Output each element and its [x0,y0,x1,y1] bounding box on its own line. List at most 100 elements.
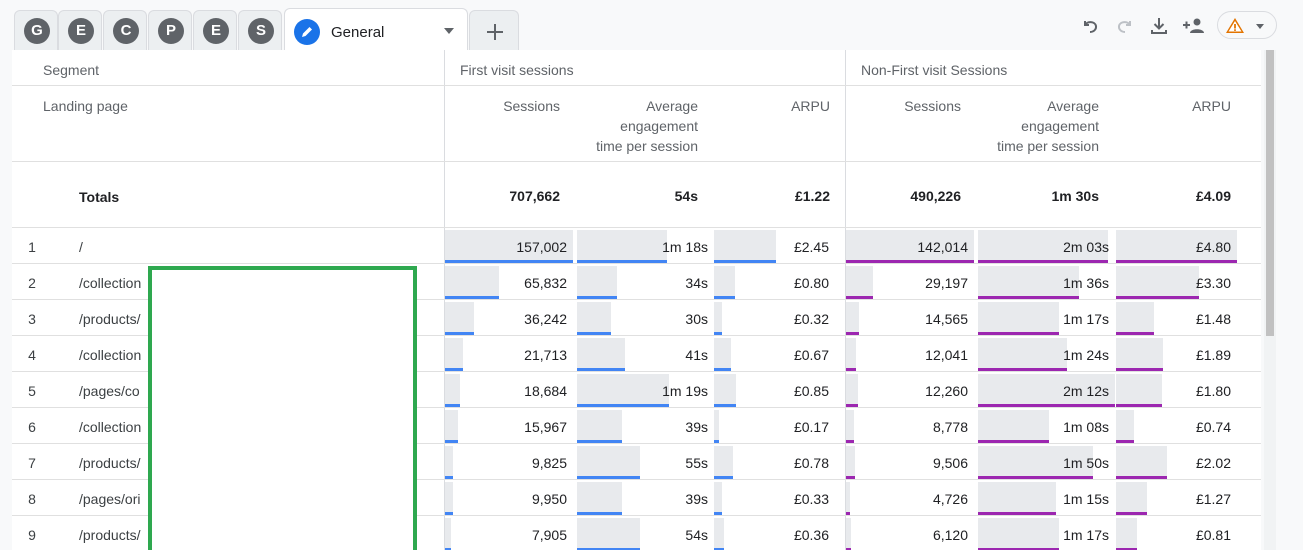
totals-fv-avg: 54s [674,188,698,204]
cell-value: 36,242 [524,311,567,327]
segment-tab-1[interactable]: G [14,10,58,50]
segment-header: Segment [43,62,100,78]
segment-tab-4[interactable]: P [148,10,192,50]
row-number: 6 [28,419,36,435]
landing-page-path[interactable]: /pages/co [79,383,140,399]
dimension-header[interactable]: Landing page [43,96,128,116]
group-header-first-visit: First visit sessions [460,62,574,78]
cell-value: £0.81 [1195,527,1231,543]
chevron-down-icon[interactable] [444,28,454,34]
cell-fv-arpu: £2.45 [714,228,835,264]
cell-fv-sessions: 9,950 [445,480,573,516]
cell-value: 9,825 [531,455,567,471]
cell-value: 34s [685,275,708,291]
cell-nfv-avg-engagement: 1m 08s [978,408,1115,444]
cell-value: 41s [685,347,708,363]
cell-fv-sessions: 36,242 [445,300,573,336]
landing-page-path[interactable]: /collection [79,419,141,435]
cell-nfv-sessions: 142,014 [846,228,974,264]
cell-fv-avg-engagement: 30s [577,300,714,336]
table-row[interactable]: 1 / 157,002 1m 18s £2.45 142,014 2m 03s £4.80 [12,228,1261,264]
cell-value: £0.32 [793,311,829,327]
cell-value: 9,506 [932,455,968,471]
header-line: Average [1047,98,1099,114]
bar-background [978,410,1049,442]
bar-background [577,230,667,262]
segment-tab-6[interactable]: S [238,10,282,50]
column-header-sessions[interactable]: Sessions [460,96,560,116]
cell-nfv-arpu: £1.80 [1116,372,1237,408]
undo-icon[interactable] [1077,13,1103,39]
cell-fv-sessions: 15,967 [445,408,573,444]
bar-background [577,266,617,298]
totals-label: Totals [79,189,120,205]
redo-icon[interactable] [1112,13,1138,39]
cell-fv-sessions: 157,002 [445,228,573,264]
cell-nfv-avg-engagement: 1m 36s [978,264,1115,300]
bar-background [1116,410,1134,442]
segment-badge: G [24,18,50,44]
cell-value: £0.85 [793,383,829,399]
cell-fv-arpu: £0.67 [714,336,835,372]
tab-label: General [331,24,385,41]
pencil-icon [294,19,320,45]
cell-value: 8,778 [932,419,968,435]
cell-value: £1.27 [1195,491,1231,507]
cell-value: £1.48 [1195,311,1231,327]
cell-fv-avg-engagement: 1m 19s [577,372,714,408]
cell-value: 7,905 [531,527,567,543]
share-icon[interactable] [1180,13,1210,39]
cell-nfv-sessions: 8,778 [846,408,974,444]
cell-fv-avg-engagement: 41s [577,336,714,372]
bar-background [978,338,1067,370]
add-tab-button[interactable] [469,10,519,50]
segment-tab-5[interactable]: E [193,10,237,50]
column-header-avg-engagement[interactable]: Average engagement time per session [572,96,698,156]
divider [12,161,1261,162]
divider [12,85,1261,86]
bar-background [445,482,453,514]
cell-fv-arpu: £0.80 [714,264,835,300]
segment-badge: C [113,18,139,44]
column-header-arpu[interactable]: ARPU [732,96,830,116]
bar-background [978,482,1056,514]
landing-page-path[interactable]: /products/ [79,527,140,543]
cell-value: £4.80 [1195,239,1231,255]
landing-page-path[interactable]: /pages/ori [79,491,140,507]
redaction-overlay [148,266,417,550]
tab-general[interactable]: General [284,8,468,51]
cell-value: 1m 17s [1063,311,1109,327]
column-header-arpu[interactable]: ARPU [1133,96,1231,116]
cell-fv-avg-engagement: 34s [577,264,714,300]
totals-nfv-avg: 1m 30s [1051,188,1099,204]
segment-tab-3[interactable]: C [103,10,147,50]
bar-background [714,518,724,550]
landing-page-path[interactable]: /products/ [79,455,140,471]
column-header-avg-engagement[interactable]: Average engagement time per session [973,96,1099,156]
cell-value: £3.30 [1195,275,1231,291]
cell-value: 12,041 [925,347,968,363]
cell-nfv-sessions: 12,041 [846,336,974,372]
cell-fv-avg-engagement: 39s [577,480,714,516]
cell-nfv-arpu: £1.89 [1116,336,1237,372]
column-header-sessions[interactable]: Sessions [861,96,961,116]
cell-value: 15,967 [524,419,567,435]
bar-background [846,374,858,406]
download-icon[interactable] [1146,13,1172,39]
cell-value: 1m 36s [1063,275,1109,291]
cell-fv-sessions: 21,713 [445,336,573,372]
warning-dropdown[interactable] [1217,11,1277,39]
cell-value: 39s [685,491,708,507]
landing-page-path[interactable]: /collection [79,275,141,291]
landing-page-path[interactable]: /collection [79,347,141,363]
segment-tab-2[interactable]: E [58,10,102,50]
landing-page-path[interactable]: /products/ [79,311,140,327]
bar-background [714,266,735,298]
landing-page-path[interactable]: / [79,239,83,255]
bar-background [978,302,1059,334]
bar-background [577,446,640,478]
totals-fv-arpu: £1.22 [794,188,830,204]
cell-nfv-avg-engagement: 1m 50s [978,444,1115,480]
cell-value: 30s [685,311,708,327]
scrollbar-thumb[interactable] [1266,50,1274,336]
